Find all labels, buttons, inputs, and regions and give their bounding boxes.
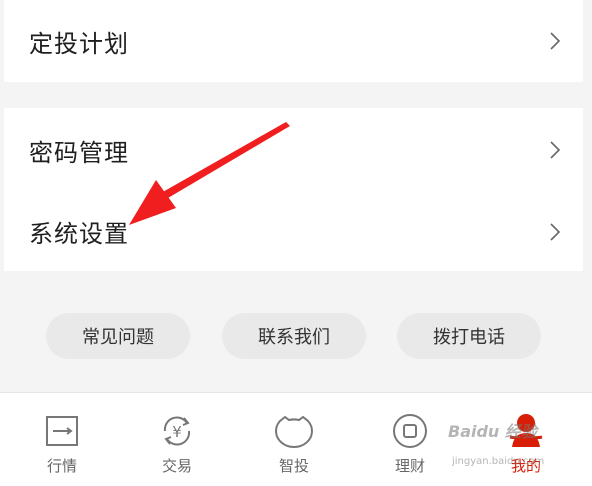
tab-wealth-label: 理财 — [394, 457, 425, 475]
tab-market-label: 行情 — [46, 457, 77, 475]
menu-item-settings[interactable]: 系统设置 — [4, 192, 583, 271]
tab-wealth[interactable]: 理财 — [370, 393, 450, 486]
tab-smart-invest-label: 智投 — [278, 457, 309, 475]
security-card: 密码管理 系统设置 — [4, 108, 583, 271]
tab-market[interactable]: 行情 — [22, 393, 102, 486]
smart-invest-icon — [275, 415, 313, 448]
menu-item-password-label: 密码管理 — [29, 138, 129, 167]
tab-trade[interactable]: ¥ 交易 — [137, 393, 217, 486]
chevron-right-icon — [550, 141, 561, 159]
wealth-icon — [393, 414, 427, 448]
menu-item-settings-label: 系统设置 — [29, 220, 129, 248]
call-button[interactable]: 拨打电话 — [397, 313, 541, 359]
chevron-right-icon — [550, 222, 561, 241]
svg-text:¥: ¥ — [172, 423, 182, 441]
chevron-right-icon — [550, 32, 561, 50]
faq-button[interactable]: 常见问题 — [46, 313, 190, 359]
watermark-text: Baidu 经验 — [448, 422, 537, 441]
yen-exchange-icon: ¥ — [163, 416, 191, 446]
menu-item-plan-label: 定投计划 — [29, 29, 129, 58]
menu-item-password[interactable]: 密码管理 — [4, 108, 583, 192]
menu-item-plan[interactable]: 定投计划 — [4, 0, 583, 82]
tab-smart-invest[interactable]: 智投 — [254, 393, 334, 486]
market-icon — [46, 416, 78, 446]
tab-trade-label: 交易 — [161, 457, 192, 475]
watermark-url: jingyan.baidu.com — [452, 456, 545, 467]
plan-card: 定投计划 — [4, 0, 583, 82]
contact-us-button[interactable]: 联系我们 — [222, 313, 366, 359]
